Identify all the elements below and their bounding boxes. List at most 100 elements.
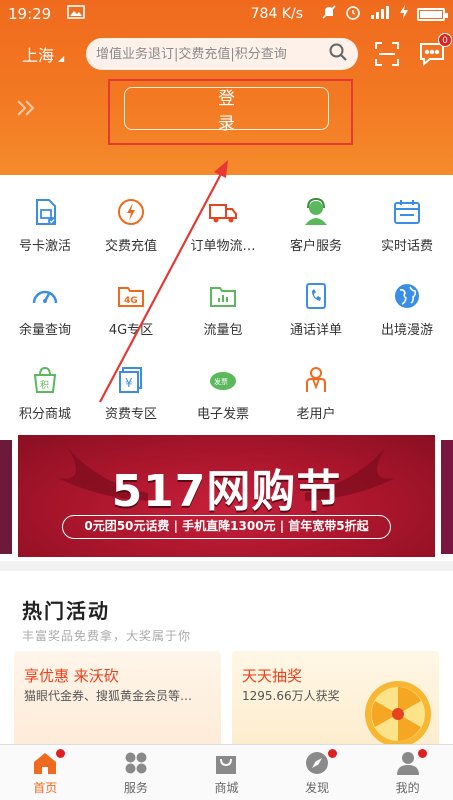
sim-card-icon — [36, 199, 56, 225]
grid-item-customer-service[interactable]: 客户服务 — [273, 197, 359, 267]
svg-text:4G: 4G — [124, 296, 138, 306]
city-selector[interactable]: 上海 ◢ — [22, 42, 78, 66]
old-user-icon — [306, 367, 326, 392]
grid-item-label: 电子发票 — [196, 407, 249, 422]
home-icon — [34, 753, 57, 774]
grid-item-data-pack[interactable]: 流量包 — [180, 281, 266, 351]
header: 19:29 784 K/s 上海 ◢ 增值业务退订|交费充值|积分查询 0 登录 — [0, 0, 453, 175]
grid-item-label: 通话详单 — [289, 323, 342, 338]
promo-banner-section: 517网购节 0元团50元话费 | 手机直降1300元 | 首年宽带5折起 — [0, 435, 453, 561]
grid-item-old-user[interactable]: 老用户 — [273, 365, 359, 435]
tab-home[interactable]: 首页 — [0, 745, 91, 800]
section-subtitle: 丰富奖品免费拿，大奖属于你 — [22, 629, 192, 643]
grid-item-roaming[interactable]: 出境漫游 — [364, 281, 450, 351]
grid-item-points-mall[interactable]: 积 积分商城 — [2, 365, 88, 435]
tab-label: 商城 — [214, 781, 239, 795]
grid-item-label: 号卡激活 — [18, 239, 71, 254]
notification-dot — [418, 749, 428, 758]
grid-item-label: 实时话费 — [380, 239, 433, 254]
message-icon[interactable]: 0 — [418, 33, 452, 67]
calendar-icon — [394, 200, 420, 224]
tab-profile[interactable]: 我的 — [362, 745, 453, 800]
mute-icon — [321, 4, 337, 24]
grid-item-recharge[interactable]: 交费充值 — [88, 197, 174, 267]
caret-down-icon: ◢ — [58, 53, 65, 63]
gauge-icon — [32, 290, 58, 304]
tab-label: 首页 — [33, 781, 58, 795]
city-label: 上海 — [22, 46, 55, 65]
card-title: 天天抽奖 — [242, 667, 303, 685]
tab-label: 发现 — [305, 781, 330, 795]
grid-item-e-invoice[interactable]: 发票 电子发票 — [180, 365, 266, 435]
signal-icon — [369, 5, 391, 23]
notification-dot — [56, 749, 65, 758]
grid-item-label: 交费充值 — [104, 239, 157, 254]
compass-icon — [306, 752, 329, 774]
shop-bag-icon — [216, 756, 237, 774]
image-notification-icon — [67, 5, 86, 23]
annotation-highlight-box — [108, 79, 353, 145]
lottery-wheel-icon — [365, 681, 431, 747]
notification-dot — [327, 749, 337, 758]
activity-card-bargain[interactable]: 享优惠 来沃砍 猫眼代金券、搜狐黄金会员等… — [14, 651, 221, 751]
grid-item-label: 资费专区 — [104, 407, 157, 422]
banner-title: 517网购节 — [111, 466, 342, 517]
services-icon — [125, 752, 147, 774]
grid-item-label: 流量包 — [203, 323, 243, 338]
truck-icon — [209, 204, 237, 223]
message-badge: 0 — [438, 33, 452, 47]
grid-item-label: 客户服务 — [289, 239, 342, 254]
scan-icon[interactable] — [374, 41, 400, 67]
grid-item-label: 老用户 — [296, 407, 336, 422]
globe-icon — [395, 284, 419, 308]
section-title: 热门活动 — [22, 599, 110, 623]
banner-prev-peek[interactable] — [0, 440, 12, 554]
grid-item-order-logistics[interactable]: 订单物流… — [180, 197, 266, 267]
grid-item-4g-zone[interactable]: 4G 4G专区 — [88, 281, 174, 351]
profile-icon — [396, 752, 419, 775]
tab-discover[interactable]: 发现 — [272, 745, 363, 800]
grid-item-tariff-zone[interactable]: ¥ 资费专区 — [88, 365, 174, 435]
hot-activities-section: 热门活动 丰富奖品免费拿，大奖属于你 享优惠 来沃砍 猫眼代金券、搜狐黄金会员等… — [0, 571, 453, 751]
grid-item-balance-query[interactable]: 余量查询 — [2, 281, 88, 351]
grid-item-label: 出境漫游 — [380, 323, 433, 338]
search-icon[interactable] — [328, 42, 348, 66]
chart-folder-icon — [210, 287, 236, 307]
grid-item-sim-activation[interactable]: 号卡激活 — [2, 197, 88, 267]
tab-services[interactable]: 服务 — [91, 745, 182, 800]
tab-label: 我的 — [395, 781, 420, 795]
svg-text:发票: 发票 — [214, 377, 228, 386]
yen-card-icon: ¥ — [119, 367, 142, 393]
grid-item-realtime-fees[interactable]: 实时话费 — [364, 197, 450, 267]
service-grid: 号卡激活 交费充值 订单物流… 客户服务 实时话费 余量查询 4G 4G专区 流… — [0, 175, 453, 435]
lightning-icon — [118, 199, 144, 225]
grid-item-call-details[interactable]: 通话详单 — [273, 281, 359, 351]
activity-card-lottery[interactable]: 天天抽奖 1295.66万人获奖 — [232, 651, 439, 751]
promo-banner[interactable]: 517网购节 0元团50元话费 | 手机直降1300元 | 首年宽带5折起 — [18, 435, 435, 557]
search-input[interactable] — [96, 46, 328, 62]
invoice-icon: 发票 — [210, 372, 236, 390]
tab-shop[interactable]: 商城 — [181, 745, 272, 800]
alarm-icon — [345, 4, 361, 24]
grid-item-label: 订单物流… — [190, 239, 256, 254]
charging-icon — [399, 5, 409, 23]
svg-text:积: 积 — [40, 379, 49, 391]
card-desc: 1295.66万人获奖 — [242, 689, 340, 703]
search-bar[interactable] — [86, 38, 358, 70]
top-bar: 上海 ◢ 0 — [0, 33, 453, 72]
grid-item-label: 余量查询 — [18, 323, 71, 338]
card-title: 享优惠 来沃砍 — [24, 667, 119, 685]
card-desc: 猫眼代金券、搜狐黄金会员等… — [24, 689, 193, 703]
call-detail-icon — [306, 283, 326, 309]
net-speed: 784 K/s — [250, 6, 303, 22]
battery-icon — [417, 7, 448, 21]
tab-label: 服务 — [123, 781, 148, 795]
banner-next-peek[interactable] — [441, 440, 453, 554]
svg-text:¥: ¥ — [125, 376, 133, 390]
4g-folder-icon: 4G — [118, 287, 144, 307]
grid-item-label: 4G专区 — [108, 323, 154, 338]
grid-item-label: 积分商城 — [18, 407, 71, 422]
status-bar: 19:29 784 K/s — [0, 0, 453, 28]
double-chevron-icon[interactable] — [14, 96, 38, 120]
status-time: 19:29 — [8, 5, 52, 23]
